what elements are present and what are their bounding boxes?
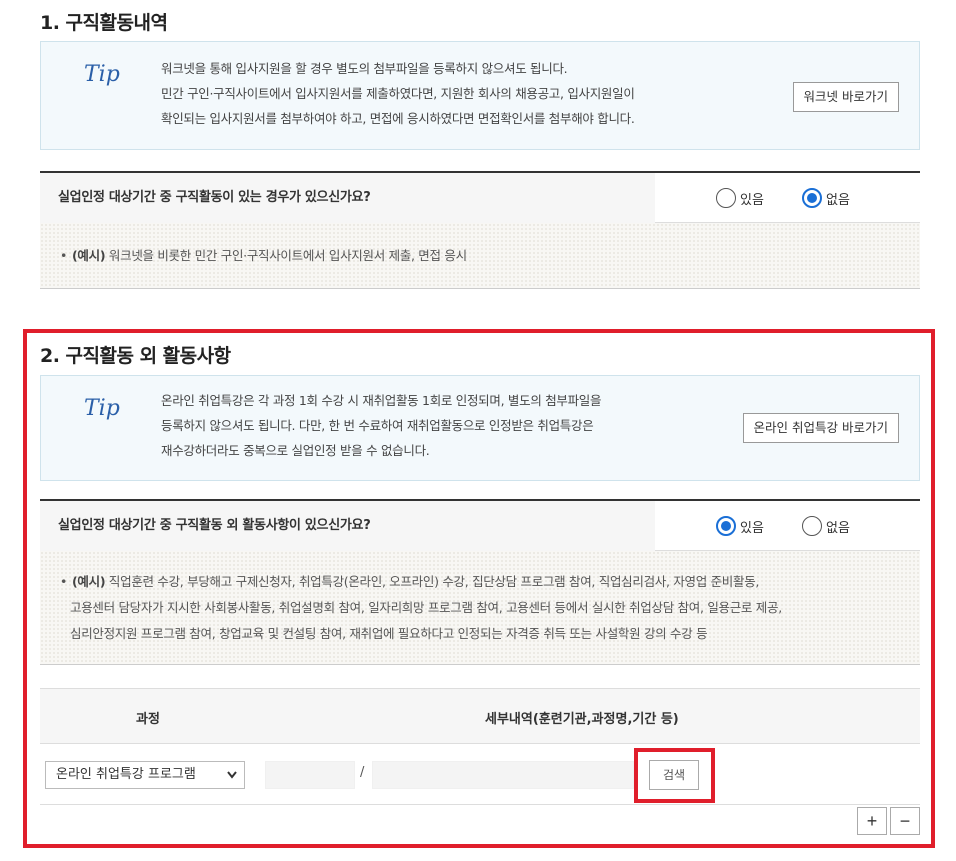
section1-title: 1. 구직활동내역	[40, 12, 168, 34]
tip-icon: Tip	[84, 62, 120, 87]
column-header-course: 과정	[136, 712, 160, 727]
radio-label: 없음	[826, 520, 850, 536]
section2-radio-no[interactable]: 없음	[802, 516, 850, 536]
section2-question-row: 실업인정 대상기간 중 구직활동 외 활동사항이 있으신가요? 있음 없음	[40, 499, 920, 551]
section2-tip-box: Tip 온라인 취업특강은 각 과정 1회 수강 시 재취업활동 1회로 인정되…	[40, 375, 920, 481]
section1-radio-yes[interactable]: 있음	[716, 188, 764, 208]
activity-table-row: 온라인 취업특강 프로그램 / 검색	[40, 744, 920, 805]
radio-circle	[802, 516, 822, 536]
section1-example: • (예시) 워크넷을 비롯한 민간 구인·구직사이트에서 입사지원서 제출, …	[40, 223, 920, 289]
tip-line: 확인되는 입사지원서를 첨부하여야 하고, 면접에 응시하였다면 면접확인서를 …	[161, 111, 635, 126]
section1-question-row: 실업인정 대상기간 중 구직활동이 있는 경우가 있으신가요? 있음 없음	[40, 171, 920, 223]
search-button[interactable]: 검색	[649, 760, 699, 790]
chevron-down-icon	[226, 762, 238, 798]
example-text: 워크넷을 비롯한 민간 구인·구직사이트에서 입사지원서 제출, 면접 응시	[108, 248, 467, 263]
section1-tip-box: Tip 워크넷을 통해 입사지원을 할 경우 별도의 첨부파일을 등록하지 않으…	[40, 41, 920, 150]
section2-example: • (예시) 직업훈련 수강, 부당해고 구제신청자, 취업특강(온라인, 오프…	[40, 551, 920, 665]
section2-title: 2. 구직활동 외 활동사항	[40, 345, 231, 367]
section1-radio-no[interactable]: 없음	[802, 188, 850, 208]
section1-question: 실업인정 대상기간 중 구직활동이 있는 경우가 있으신가요?	[40, 173, 655, 223]
activity-table-header: 과정 세부내역(훈련기관,과정명,기간 등)	[40, 688, 920, 744]
tip-line: 워크넷을 통해 입사지원을 할 경우 별도의 첨부파일을 등록하지 않으셔도 됩…	[161, 61, 568, 76]
tip-line: 등록하지 않으셔도 됩니다. 다만, 한 번 수료하여 재취업활동으로 인정받은…	[161, 418, 594, 433]
section2-tip-text: 온라인 취업특강은 각 과정 1회 수강 시 재취업활동 1회로 인정되며, 별…	[161, 388, 602, 463]
radio-label: 있음	[740, 192, 764, 208]
tip-line: 온라인 취업특강은 각 과정 1회 수강 시 재취업활동 1회로 인정되며, 별…	[161, 393, 602, 408]
radio-circle	[716, 188, 736, 208]
remove-row-button[interactable]: −	[890, 807, 920, 835]
radio-circle-selected	[716, 516, 736, 536]
example-label: (예시)	[72, 248, 106, 263]
example-text: 심리안정지원 프로그램 참여, 창업교육 및 컨설팅 참여, 재취업에 필요하다…	[70, 626, 708, 641]
example-text: 고용센터 담당자가 지시한 사회봉사활동, 취업설명회 참여, 일자리희망 프로…	[70, 600, 782, 615]
course-select[interactable]: 온라인 취업특강 프로그램	[45, 761, 245, 789]
course-select-value: 온라인 취업특강 프로그램	[56, 767, 196, 782]
bullet: •	[60, 248, 68, 263]
radio-label: 없음	[826, 192, 850, 208]
section2-radio-yes[interactable]: 있음	[716, 516, 764, 536]
radio-circle-selected	[802, 188, 822, 208]
tip-line: 재수강하더라도 중복으로 실업인정 받을 수 없습니다.	[161, 443, 430, 458]
add-row-button[interactable]: +	[857, 807, 887, 835]
section1-tip-text: 워크넷을 통해 입사지원을 할 경우 별도의 첨부파일을 등록하지 않으셔도 됩…	[161, 56, 635, 131]
detail-course-input[interactable]	[372, 761, 634, 789]
tip-icon: Tip	[84, 396, 120, 421]
worknet-link-button[interactable]: 워크넷 바로가기	[792, 82, 899, 112]
detail-institution-input[interactable]	[265, 761, 355, 789]
separator: /	[360, 765, 365, 780]
column-header-details: 세부내역(훈련기관,과정명,기간 등)	[485, 712, 679, 727]
example-label: (예시)	[72, 574, 106, 589]
tip-line: 민간 구인·구직사이트에서 입사지원서를 제출하였다면, 지원한 회사의 채용공…	[161, 86, 635, 101]
section2-question: 실업인정 대상기간 중 구직활동 외 활동사항이 있으신가요?	[40, 501, 655, 551]
example-text: 직업훈련 수강, 부당해고 구제신청자, 취업특강(온라인, 오프라인) 수강,…	[108, 574, 760, 589]
radio-label: 있음	[740, 520, 764, 536]
online-lecture-link-button[interactable]: 온라인 취업특강 바로가기	[742, 413, 899, 443]
bullet: •	[60, 574, 68, 589]
